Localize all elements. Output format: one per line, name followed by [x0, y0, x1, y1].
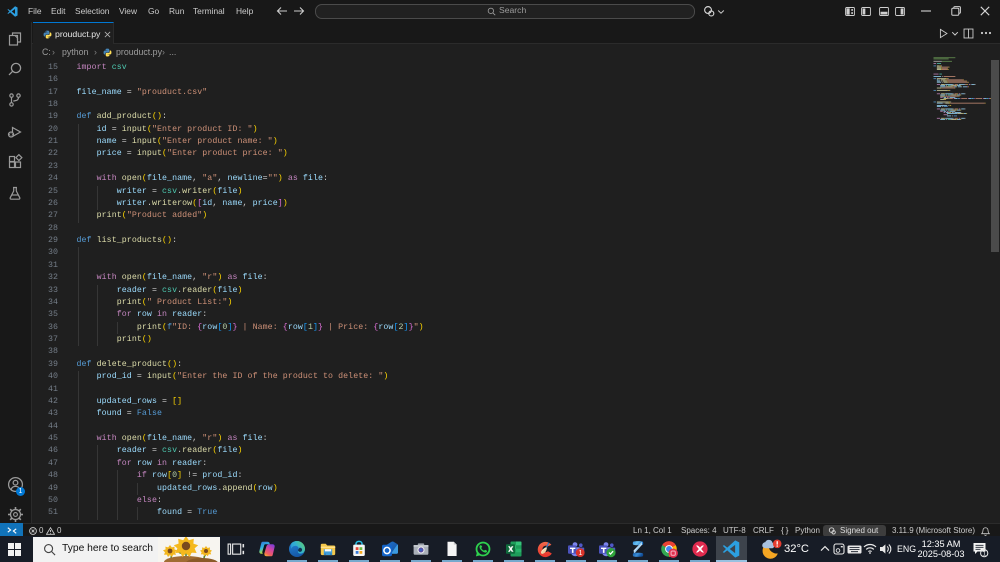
- svg-text:1: 1: [982, 551, 986, 558]
- svg-text:1: 1: [578, 550, 582, 557]
